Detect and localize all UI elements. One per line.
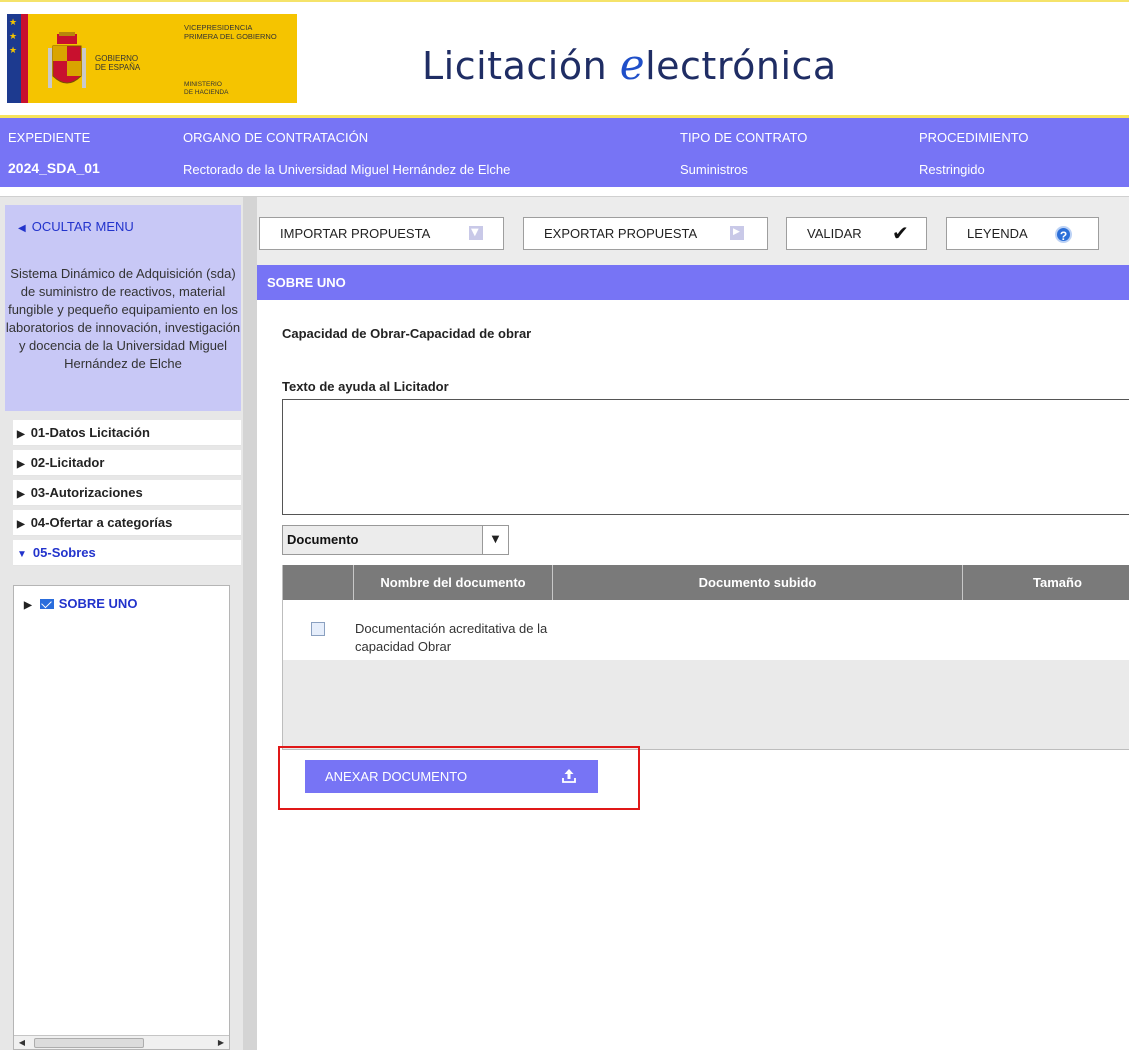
scroll-right-icon[interactable]: ▶: [214, 1037, 228, 1049]
upload-icon: [562, 769, 576, 783]
procedimiento-value: Restringido: [919, 162, 985, 177]
government-name: GOBIERNO DE ESPAÑA: [95, 54, 175, 72]
main-panel: IMPORTAR PROPUESTA EXPORTAR PROPUESTA VA…: [257, 197, 1129, 1050]
validate-button[interactable]: VALIDAR ✔: [786, 217, 927, 250]
title-suffix: lectrónica: [645, 44, 837, 88]
sidebar-item-label: 03-Autorizaciones: [30, 485, 143, 500]
spanish-flag-icon: ★ ★ ★: [7, 14, 40, 103]
scrollbar-thumb[interactable]: [34, 1038, 144, 1048]
table-header-select: [283, 565, 354, 600]
caret-right-icon: ▶: [17, 429, 25, 440]
ministry-line-1: MINISTERIO: [184, 81, 222, 88]
expediente-label: EXPEDIENTE: [8, 130, 91, 145]
caret-right-icon: ▶: [17, 519, 25, 530]
sidebar-splitter[interactable]: [243, 197, 257, 1050]
table-row[interactable]: Documentación acreditativa de la capacid…: [283, 600, 1129, 660]
toolbar: IMPORTAR PROPUESTA EXPORTAR PROPUESTA VA…: [257, 197, 1129, 265]
sidebar-item-label: 05-Sobres: [32, 545, 96, 560]
vicepresidency-name: VICEPRESIDENCIA PRIMERA DEL GOBIERNO: [184, 23, 294, 41]
row-checkbox[interactable]: [311, 622, 325, 636]
sidebar-item-label: 02-Licitador: [30, 455, 105, 470]
gov-line-2: DE ESPAÑA: [95, 63, 141, 72]
electronica-e-logo-icon: e: [619, 40, 646, 89]
table-header-name: Nombre del documento: [354, 565, 553, 600]
export-proposal-label: EXPORTAR PROPUESTA: [544, 226, 698, 241]
table-header: Nombre del documento Documento subido Ta…: [283, 565, 1129, 600]
export-icon: [730, 217, 744, 248]
chevron-down-icon: ▼: [482, 526, 508, 554]
import-proposal-button[interactable]: IMPORTAR PROPUESTA: [259, 217, 504, 250]
help-text-area[interactable]: [282, 399, 1129, 515]
tree-node-sobre-uno[interactable]: ▶ SOBRE UNO: [24, 596, 137, 611]
export-proposal-button[interactable]: EXPORTAR PROPUESTA: [523, 217, 768, 250]
tipo-label: TIPO DE CONTRATO: [680, 130, 808, 145]
ministry-line-2: DE HACIENDA: [184, 88, 229, 96]
attach-document-label: ANEXAR DOCUMENTO: [325, 769, 468, 784]
caret-right-icon: ▶: [17, 459, 25, 470]
table-header-size: Tamaño: [963, 565, 1129, 600]
envelope-icon: [39, 599, 54, 609]
organo-label: ORGANO DE CONTRATACIÓN: [183, 130, 369, 145]
document-type-value: Documento: [287, 532, 359, 547]
caret-down-icon: ▼: [17, 549, 27, 560]
coat-of-arms-icon: [48, 32, 86, 88]
capacity-title: Capacidad de Obrar-Capacidad de obrar: [282, 326, 532, 341]
sidebar-item-licitador[interactable]: ▶ 02-Licitador: [13, 450, 241, 476]
caret-right-icon: ▶: [17, 489, 25, 500]
download-icon: [469, 217, 483, 248]
hide-menu-button[interactable]: ◀ OCULTAR MENU: [18, 219, 134, 234]
title-prefix: Licitación: [422, 44, 620, 88]
section-title: SOBRE UNO: [257, 265, 1129, 300]
sidebar-item-label: 01-Datos Licitación: [30, 425, 150, 440]
validate-label: VALIDAR: [807, 226, 862, 241]
import-proposal-label: IMPORTAR PROPUESTA: [280, 226, 431, 241]
document-type-select[interactable]: Documento ▼: [282, 525, 509, 555]
sidebar-item-ofertar-categorias[interactable]: ▶ 04-Ofertar a categorías: [13, 510, 241, 536]
table-header-uploaded: Documento subido: [553, 565, 963, 600]
documents-table: Nombre del documento Documento subido Ta…: [282, 565, 1129, 750]
app-title: Licitación electrónica: [422, 40, 837, 89]
help-icon: ?: [1055, 226, 1072, 243]
app-header: ★ ★ ★ GOBIERNO DE ESPAÑA VICEPRESIDENCIA…: [0, 0, 1129, 119]
vice-line-2: PRIMERA DEL GOBIERNO: [184, 31, 277, 41]
gov-line-1: GOBIERNO: [95, 54, 139, 63]
sidebar: ◀ OCULTAR MENU Sistema Dinámico de Adquis…: [0, 197, 243, 1050]
expediente-value: 2024_SDA_01: [8, 160, 100, 176]
expedient-info-bar: EXPEDIENTE 2024_SDA_01 ORGANO DE CONTRAT…: [0, 118, 1129, 187]
envelope-tree: ▶ SOBRE UNO ◀ ▶: [13, 585, 230, 1050]
organo-value: Rectorado de la Universidad Miguel Herná…: [183, 162, 511, 177]
licitation-description: Sistema Dinámico de Adquisición (sda) de…: [5, 266, 241, 371]
scroll-left-icon[interactable]: ◀: [15, 1037, 29, 1049]
sidebar-item-sobres[interactable]: ▼ 05-Sobres: [13, 540, 241, 566]
menu-info-box: ◀ OCULTAR MENU Sistema Dinámico de Adquis…: [5, 205, 241, 411]
legend-label: LEYENDA: [967, 226, 1028, 241]
legend-button[interactable]: LEYENDA ?: [946, 217, 1099, 250]
caret-right-icon: ▶: [24, 600, 32, 611]
sidebar-item-datos-licitacion[interactable]: ▶ 01-Datos Licitación: [13, 420, 241, 446]
sidebar-item-autorizaciones[interactable]: ▶ 03-Autorizaciones: [13, 480, 241, 506]
caret-left-icon: ◀: [18, 223, 26, 234]
help-text-label: Texto de ayuda al Licitador: [282, 379, 449, 394]
horizontal-scrollbar[interactable]: ◀ ▶: [14, 1035, 229, 1049]
ministry-name: MINISTERIO DE HACIENDA: [184, 81, 294, 96]
checkmark-icon: ✔: [892, 221, 909, 245]
hide-menu-label: OCULTAR MENU: [31, 219, 134, 234]
document-name: Documentación acreditativa de la capacid…: [355, 621, 548, 654]
header-separator: [0, 187, 1129, 197]
tipo-value: Suministros: [680, 162, 748, 177]
sidebar-item-label: 04-Ofertar a categorías: [30, 515, 173, 530]
attach-document-button[interactable]: ANEXAR DOCUMENTO: [305, 760, 598, 793]
procedimiento-label: PROCEDIMIENTO: [919, 130, 1029, 145]
tree-node-label: SOBRE UNO: [58, 596, 138, 611]
